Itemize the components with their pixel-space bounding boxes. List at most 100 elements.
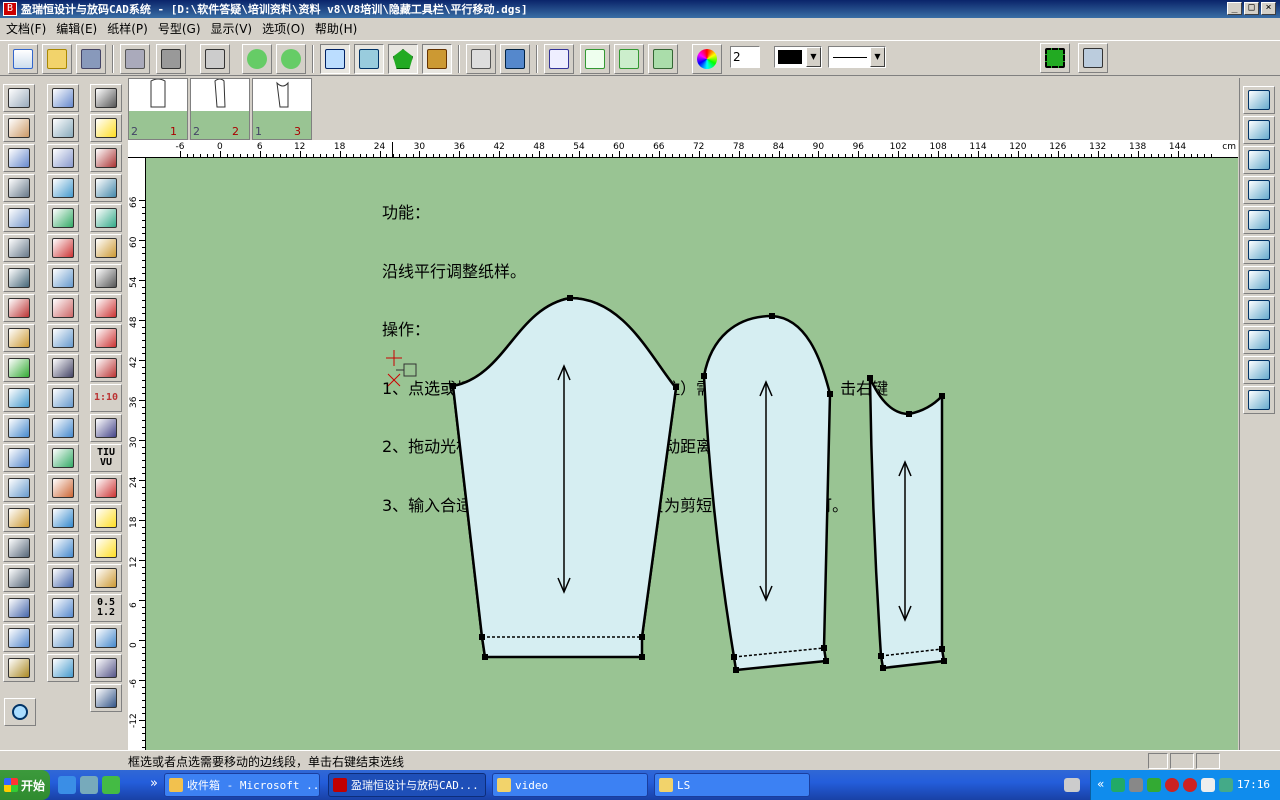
scissors-tool[interactable] [90,684,122,712]
button-tool[interactable] [47,264,79,292]
label-tool[interactable] [90,414,122,442]
monitor-icon[interactable] [1129,778,1143,792]
camera-button[interactable] [156,44,186,74]
new-file-button[interactable] [8,44,38,74]
grade-step-tool[interactable]: 0.5 1.2 [90,594,122,622]
shield-icon[interactable] [1147,778,1161,792]
pattern-table-tool[interactable] [90,144,122,172]
stack-button[interactable] [500,44,530,74]
grade-fan-button[interactable] [614,44,644,74]
help-button[interactable] [1078,43,1108,73]
sleeve-piece-1[interactable] [450,295,679,660]
sleeve-piece-3[interactable] [867,375,947,671]
gradient-tool[interactable] [47,204,79,232]
collar-tool[interactable] [47,174,79,202]
compass-tool[interactable] [3,264,35,292]
scale-tool[interactable]: 1:10 [90,384,122,412]
pieces-tool[interactable] [47,594,79,622]
fold-tool[interactable] [3,384,35,412]
save-button[interactable] [76,44,106,74]
user-icon[interactable] [1219,778,1233,792]
measure-view-button[interactable] [422,44,452,74]
app-icon[interactable]: B [3,2,17,16]
shears-tool[interactable] [3,564,35,592]
print-button[interactable] [120,44,150,74]
angle-mark-tool[interactable] [90,264,122,292]
piece-mark-tool[interactable] [90,354,122,382]
export-button[interactable] [1243,176,1275,204]
pleat-tool[interactable] [3,624,35,652]
network-icon[interactable] [1111,778,1125,792]
chevron-down-icon[interactable]: ▼ [806,47,821,67]
qq-icon[interactable] [1183,778,1197,792]
heart-tool[interactable] [90,294,122,322]
seam-button[interactable] [1243,326,1275,354]
film-button[interactable] [1040,43,1070,73]
angle-tool[interactable] [3,174,35,202]
curve-button[interactable] [1243,146,1275,174]
piece-list-button[interactable] [1243,116,1275,144]
cut-tool[interactable] [3,294,35,322]
point-tool[interactable] [47,84,79,112]
fill-view-button[interactable] [388,44,418,74]
color-wheel-button[interactable] [692,44,722,74]
align-button[interactable] [1243,266,1275,294]
vertical-move-tool[interactable] [90,204,122,232]
pocket-tool[interactable] [47,114,79,142]
rainbow-button[interactable] [1243,236,1275,264]
color-select[interactable]: ▼ [774,46,822,68]
open-file-button[interactable] [42,44,72,74]
grade-points-button[interactable] [544,44,574,74]
copy-tool[interactable] [47,534,79,562]
zigzag-tool[interactable] [47,654,79,682]
restore-button[interactable]: □ [1244,2,1259,15]
outlook-icon[interactable] [80,776,98,794]
plotter-button[interactable] [200,44,230,74]
line-width-input[interactable]: 2 [730,46,760,68]
qq-icon[interactable] [1165,778,1179,792]
house-red-button[interactable] [1243,356,1275,384]
layout-button[interactable] [1243,86,1275,114]
thumbnail-piece[interactable]: 1 3 [252,78,312,140]
ruler-view-button[interactable] [320,44,350,74]
menu-size[interactable]: 号型(G) [156,20,209,37]
curve-length-tool[interactable] [90,234,122,262]
menu-pattern[interactable]: 纸样(P) [105,20,156,37]
title-bar[interactable]: B 盈瑞恒设计与放码CAD系统 - [D:\软件答疑\培训资料\资料 v8\V8… [0,0,1280,18]
flip-tool[interactable] [90,324,122,352]
grid-view-button[interactable] [354,44,384,74]
skirt-tool[interactable] [3,444,35,472]
task-ls[interactable]: LS [654,773,810,797]
tray-expand[interactable]: « [1097,777,1104,791]
yellow-piece-tool[interactable] [90,504,122,532]
spiral-tool[interactable] [3,474,35,502]
grade-tool[interactable] [47,474,79,502]
pencil-tool[interactable] [3,114,35,142]
menu-view[interactable]: 显示(V) [209,20,261,37]
dart-tool[interactable] [47,144,79,172]
sewing-tool[interactable] [47,354,79,382]
menu-edit[interactable]: 编辑(E) [54,20,105,37]
media-icon[interactable] [102,776,120,794]
yellow-fold-tool[interactable] [90,534,122,562]
undo-button[interactable] [242,44,272,74]
fabric-tool[interactable] [90,624,122,652]
drawing-canvas[interactable]: 功能： 沿线平行调整纸样。 操作： 1、点选或框选（框选时线两端点必须框住）需要… [146,158,1238,750]
rotate-tool[interactable] [47,324,79,352]
wave-tool[interactable] [3,594,35,622]
zoom-button[interactable] [4,698,36,726]
chevron-down-icon[interactable]: ▼ [870,47,885,67]
piece-info-tool[interactable] [90,474,122,502]
seam-tool[interactable] [90,564,122,592]
cut-piece-tool[interactable] [47,564,79,592]
bar-tool[interactable] [90,654,122,682]
start-button[interactable]: 开始 [0,770,50,800]
text-tool[interactable] [3,654,35,682]
rectangle-tool[interactable] [3,144,35,172]
ie-icon[interactable] [58,776,76,794]
ruler-tool[interactable] [3,324,35,352]
sleeve-piece-2[interactable] [701,313,833,673]
menu-file[interactable]: 文档(F) [4,20,54,37]
pleat-fan-tool[interactable] [47,294,79,322]
task-inbox[interactable]: 收件箱 - Microsoft ... [164,773,320,797]
